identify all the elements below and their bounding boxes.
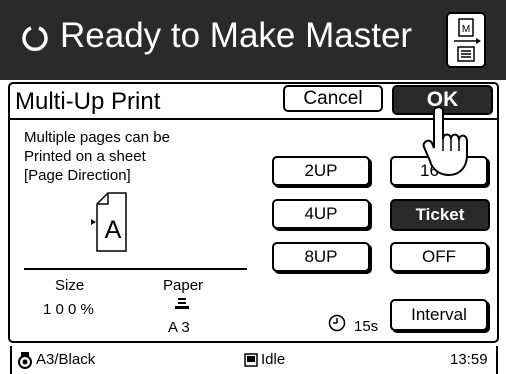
ticket-button[interactable]: Ticket xyxy=(390,199,490,231)
master-menu-button[interactable]: M xyxy=(446,12,486,68)
svg-text:M: M xyxy=(462,24,470,35)
page-letter: A xyxy=(104,216,122,244)
status-separator xyxy=(496,346,498,374)
status-bar: A3/Black Idle 13:59 xyxy=(0,346,506,374)
interval-button[interactable]: Interval xyxy=(390,299,488,331)
paper-label: Paper xyxy=(163,277,204,294)
status-separator xyxy=(10,346,12,374)
4up-button[interactable]: 4UP xyxy=(272,199,370,229)
document-list-icon: M xyxy=(454,18,481,62)
description-line: [Page Direction] xyxy=(24,167,131,184)
description: Multiple pages can be Printed on a sheet… xyxy=(24,128,170,185)
timer-value: 15s xyxy=(354,318,379,335)
size-divider xyxy=(24,268,247,270)
ink-drum-icon xyxy=(18,352,32,369)
description-line: Printed on a sheet xyxy=(24,148,146,165)
clock-time: 13:59 xyxy=(450,351,488,368)
size-value: 1 0 0 % xyxy=(43,301,94,318)
machine-icon xyxy=(244,353,258,367)
paper-value: A 3 xyxy=(168,319,190,336)
panel-title: Multi-Up Print xyxy=(15,88,161,115)
8up-button[interactable]: 8UP xyxy=(272,242,370,272)
machine-status: Idle xyxy=(261,351,286,368)
status-title: Ready to Make Master xyxy=(60,16,413,55)
ink-status: A3/Black xyxy=(36,351,96,368)
pointing-hand-icon xyxy=(422,106,468,177)
title-bar: Ready to Make Master M xyxy=(0,0,506,80)
description-line: Multiple pages can be xyxy=(24,129,170,146)
2up-button[interactable]: 2UP xyxy=(272,156,370,186)
size-label: Size xyxy=(55,277,85,294)
paper-tray-icon xyxy=(175,298,189,309)
off-button[interactable]: OFF xyxy=(390,242,488,272)
clock-icon xyxy=(328,314,346,332)
refresh-icon xyxy=(22,26,48,51)
page-direction-preview: A xyxy=(88,191,128,258)
cancel-button[interactable]: Cancel xyxy=(283,85,383,112)
